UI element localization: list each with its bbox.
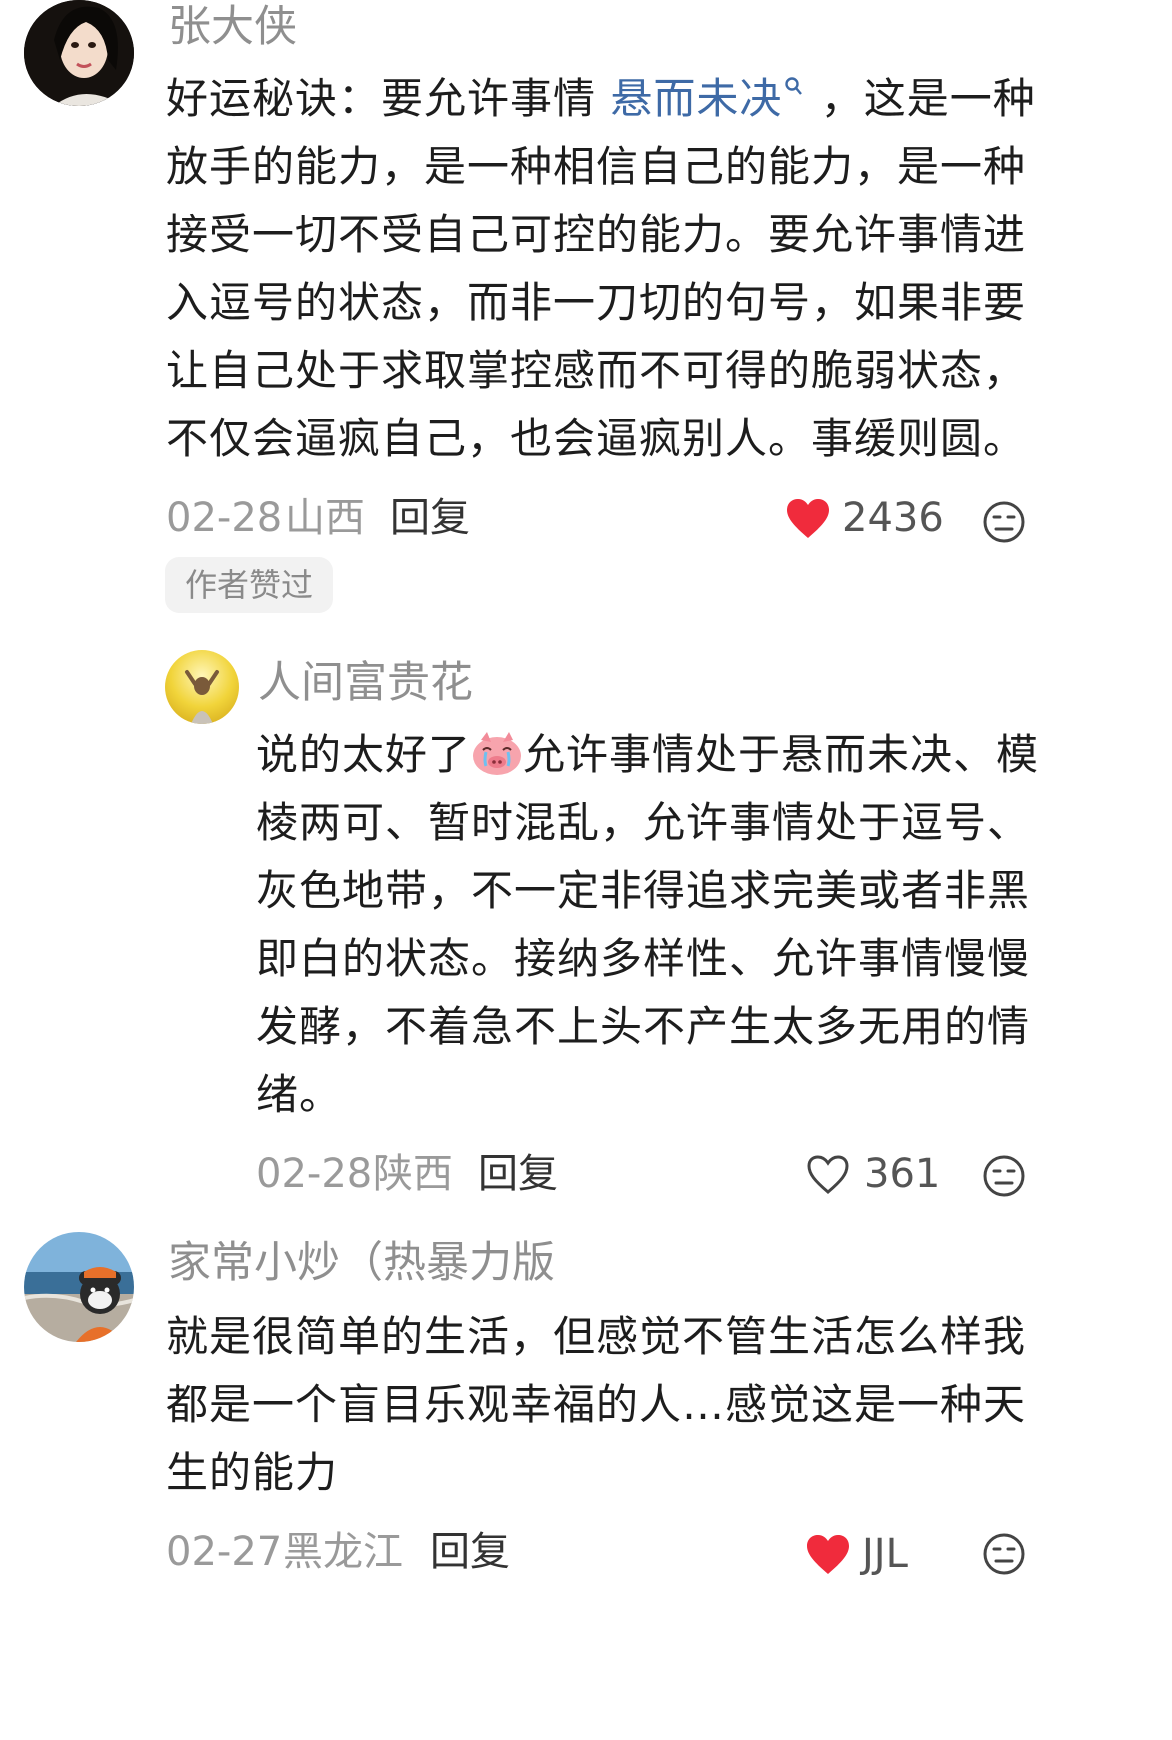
comment-body: 就是很简单的生活，但感觉不管生活怎么样我 都是一个盲目乐观幸福的人…感觉这是一种…	[166, 1316, 1046, 1516]
comment-text: 好运秘诀：要允许事情	[166, 74, 611, 123]
avatar-renjianfuguihua[interactable]	[165, 650, 239, 724]
crying-pig-emoji	[471, 732, 523, 776]
like-count: 361	[864, 1151, 941, 1197]
comment-body: 说的太好了 允许事情处于悬而未决、模 棱两可、暂时混乱，允许事情处于逗号、 灰色…	[256, 732, 1056, 1134]
comment-location: 陕西	[373, 1151, 453, 1197]
comment-line: 生的能力	[166, 1448, 339, 1497]
username[interactable]: 张大侠	[168, 6, 297, 49]
comment-line: 就是很简单的生活，但感觉不管生活怎么样我	[166, 1312, 1027, 1361]
heart-outline-icon	[807, 1155, 849, 1194]
comment-line: 不仅会逼疯自己，也会逼疯别人。事缓则圆。	[166, 414, 1027, 463]
author-liked-badge: 作者赞过	[165, 557, 334, 613]
comment-location: 黑龙江	[283, 1529, 403, 1575]
portrait-image	[24, 0, 134, 106]
search-link[interactable]: 悬而未决	[610, 74, 782, 123]
reply-button[interactable]: 回复	[390, 498, 470, 538]
meh-face-icon	[983, 1155, 1025, 1197]
heart-filled-icon	[787, 499, 829, 538]
dislike-button[interactable]	[982, 1154, 1026, 1198]
avatar-jiachangxiaochao[interactable]	[24, 1232, 134, 1342]
comment-line: 让自己处于求取掌控感而不可得的脆弱状态，	[166, 346, 1027, 395]
like-button[interactable]: JJL	[806, 1530, 956, 1580]
comment-line: 说的太好了 允许事情处于悬而未决、模	[256, 732, 1039, 776]
avatar-zhangdaxia[interactable]	[24, 0, 134, 106]
dislike-button[interactable]	[982, 1532, 1026, 1576]
meh-face-icon	[983, 501, 1025, 543]
comment-text: 允许事情处于悬而未决、模	[523, 730, 1040, 779]
comment-line: 入逗号的状态，而非一刀切的句号，如果非要	[166, 278, 1027, 327]
like-count: JJL	[862, 1531, 908, 1577]
comment-line: 放手的能力，是一种相信自己的能力，是一种	[166, 142, 1027, 191]
username[interactable]: 人间富贵花	[258, 662, 473, 705]
reply-button[interactable]: 回复	[478, 1154, 558, 1194]
beach-bear-image	[24, 1232, 134, 1342]
comment-text: ，这是一种	[806, 74, 1036, 123]
reply-button[interactable]: 回复	[430, 1532, 510, 1572]
heart-filled-icon	[807, 1535, 849, 1574]
comment-date: 02-28	[256, 1151, 373, 1197]
comment-date: 02-28	[166, 495, 283, 541]
comment-line: 发酵，不着急不上头不产生太多无用的情	[256, 1002, 1031, 1051]
dislike-button[interactable]	[982, 500, 1026, 544]
comment-line: 好运秘诀：要允许事情 悬而未决 ，这是一种	[166, 77, 1036, 120]
comment-line: 棱两可、暂时混乱，允许事情处于逗号、	[256, 798, 1031, 847]
like-button[interactable]: 2436	[786, 496, 946, 546]
comment-line: 灰色地带，不一定非得追求完美或者非黑	[256, 866, 1031, 915]
like-count: 2436	[842, 495, 944, 541]
comment-line: 绪。	[256, 1070, 343, 1119]
comment-location: 山西	[285, 495, 365, 541]
meh-face-icon	[983, 1533, 1025, 1575]
comment-line: 都是一个盲目乐观幸福的人…感觉这是一种天	[166, 1380, 1027, 1429]
username[interactable]: 家常小炒（热暴力版	[168, 1242, 555, 1285]
comment-date: 02-27	[166, 1529, 283, 1575]
comment-text: 说的太好了	[256, 730, 472, 779]
sunny-portrait-image	[165, 650, 239, 724]
search-icon[interactable]	[782, 77, 806, 110]
like-button[interactable]: 361	[806, 1152, 946, 1202]
comment-line: 即白的状态。接纳多样性、允许事情慢慢	[256, 934, 1031, 983]
comment-line: 接受一切不受自己可控的能力。要允许事情进	[166, 210, 1027, 259]
comment-body: 好运秘诀：要允许事情 悬而未决 ，这是一种 放手的能力，是一种相信自己的能力，是…	[166, 77, 1046, 478]
